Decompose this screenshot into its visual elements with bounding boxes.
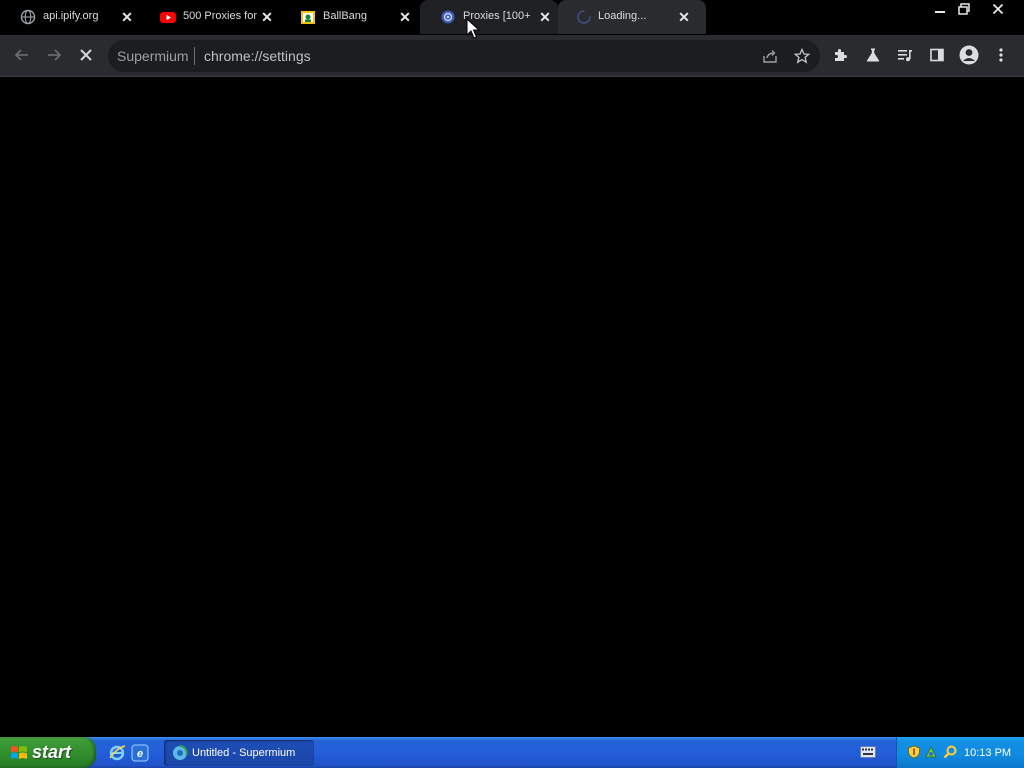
- tab-ballbang[interactable]: BallBang ✕: [280, 0, 418, 34]
- windows-flag-icon: [11, 746, 27, 759]
- taskbar-item-supermium[interactable]: Untitled - Supermium: [164, 740, 314, 766]
- tab-close-icon[interactable]: ✕: [676, 9, 692, 25]
- back-button[interactable]: [7, 40, 37, 70]
- close-window-button[interactable]: [986, 0, 1010, 18]
- restore-icon: [958, 3, 970, 15]
- forward-button[interactable]: [39, 40, 69, 70]
- tab-close-icon[interactable]: ✕: [537, 9, 553, 25]
- tab-strip: api.ipify.org ✕ 500 Proxies for ✕ BallBa…: [0, 0, 1024, 35]
- minimize-button[interactable]: [928, 0, 952, 18]
- media-queue-button[interactable]: [890, 40, 920, 70]
- site-chip: Supermium: [117, 48, 189, 64]
- supermium-icon: [173, 745, 188, 760]
- youtube-icon: [160, 12, 176, 23]
- address-bar[interactable]: Supermium chrome://settings: [108, 40, 820, 72]
- quick-launch-ie-icon[interactable]: e: [131, 744, 149, 762]
- globe-icon: [20, 9, 36, 25]
- tab-close-icon[interactable]: ✕: [397, 9, 413, 25]
- share-icon: [763, 50, 777, 63]
- bookmark-star-icon: [794, 48, 810, 64]
- network-icon[interactable]: [924, 745, 938, 759]
- search-magnifier-icon[interactable]: [943, 745, 957, 759]
- tab-youtube[interactable]: 500 Proxies for ✕: [140, 0, 280, 34]
- tab-loading[interactable]: Loading... ✕: [558, 0, 706, 34]
- browser-toolbar: Supermium chrome://settings: [0, 35, 1024, 77]
- tab-title: Loading...: [598, 10, 647, 22]
- minimize-icon: [935, 11, 945, 13]
- profile-avatar-icon: [959, 45, 979, 65]
- tab-api-ipify[interactable]: api.ipify.org ✕: [0, 0, 140, 34]
- tab-title: 500 Proxies for: [183, 10, 257, 22]
- mouse-cursor-icon: [466, 18, 480, 39]
- side-panel-button[interactable]: [922, 40, 952, 70]
- tab-close-icon[interactable]: ✕: [259, 9, 275, 25]
- restore-button[interactable]: [952, 0, 976, 18]
- system-tray: 10:13 PM: [896, 737, 1024, 768]
- tab-proxies[interactable]: Proxies [100+ ✕: [420, 0, 558, 34]
- labs-flask-icon: [866, 48, 880, 62]
- media-queue-icon: [898, 50, 912, 62]
- back-arrow-icon: [14, 49, 28, 61]
- internet-explorer-icon[interactable]: [108, 744, 126, 762]
- system-clock[interactable]: 10:13 PM: [964, 747, 1011, 759]
- stop-icon: [80, 49, 92, 61]
- extensions-puzzle-icon: [835, 49, 847, 61]
- taskbar-item-label: Untitled - Supermium: [192, 747, 296, 759]
- windows-taskbar: start e Untitled - Supermium 10:13 PM: [0, 737, 1024, 768]
- extensions-button[interactable]: [826, 40, 856, 70]
- menu-kebab-icon: [999, 48, 1003, 62]
- share-button[interactable]: [755, 41, 785, 71]
- url-text[interactable]: chrome://settings: [204, 48, 311, 64]
- svg-text:e: e: [137, 748, 143, 760]
- bookmark-button[interactable]: [787, 41, 817, 71]
- browser-menu-button[interactable]: [986, 40, 1016, 70]
- side-panel-icon: [930, 48, 944, 62]
- keyboard-language-icon[interactable]: [860, 746, 876, 758]
- close-icon: [992, 3, 1004, 15]
- labs-button[interactable]: [858, 40, 888, 70]
- forward-arrow-icon: [48, 49, 62, 61]
- omnibox-divider: [194, 47, 195, 65]
- profile-button[interactable]: [954, 40, 984, 70]
- tab-close-icon[interactable]: ✕: [119, 9, 135, 25]
- tab-title: api.ipify.org: [43, 10, 99, 22]
- page-content-area: [0, 77, 1024, 737]
- start-button[interactable]: start: [0, 737, 96, 768]
- ballbang-icon: [301, 11, 315, 24]
- loading-spinner-icon: [577, 10, 591, 24]
- start-label: start: [32, 742, 72, 762]
- proxies-icon: [441, 10, 455, 24]
- security-shield-icon[interactable]: [907, 745, 921, 759]
- stop-loading-button[interactable]: [71, 40, 101, 70]
